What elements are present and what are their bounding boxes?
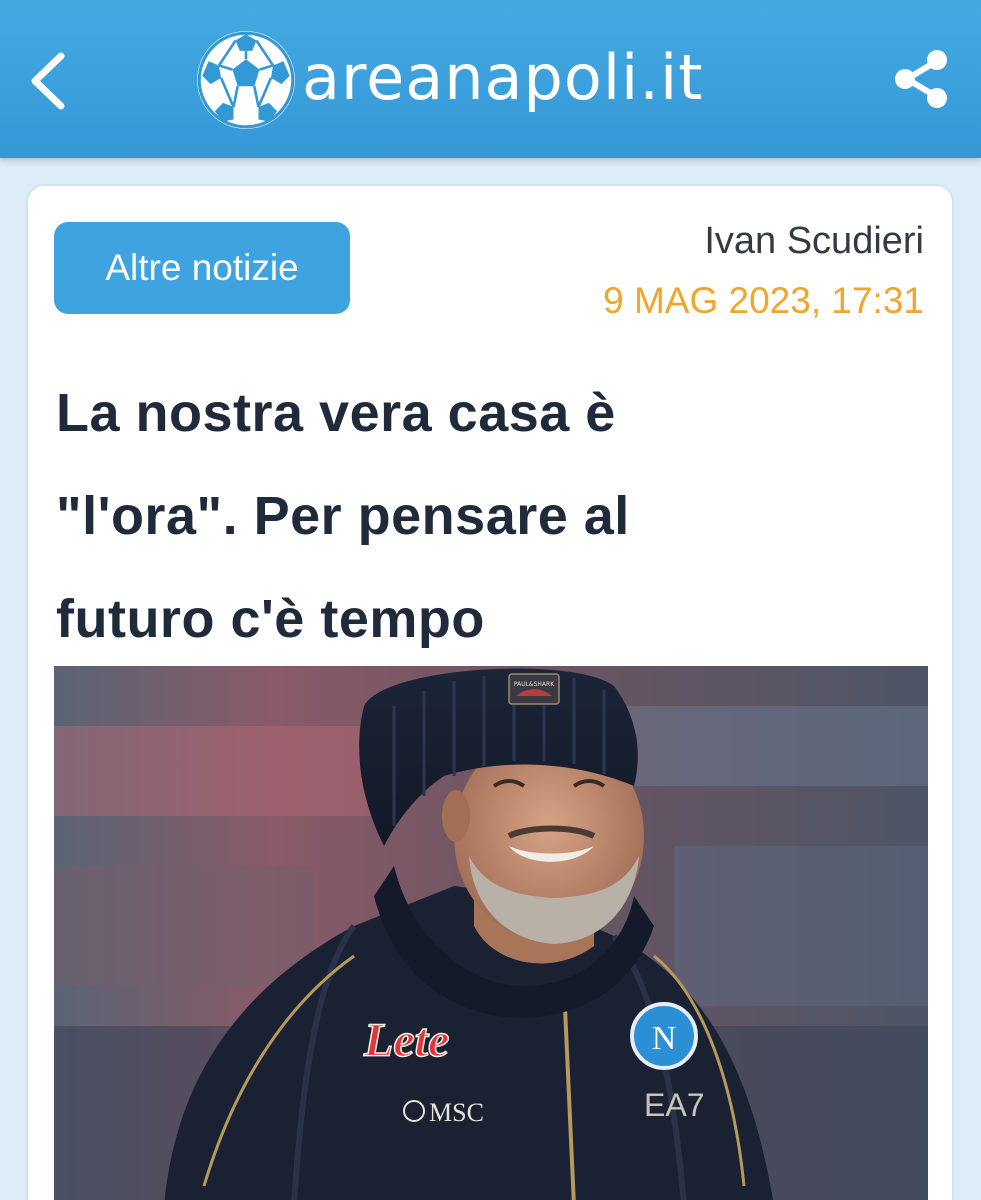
share-button[interactable] xyxy=(889,44,955,114)
jacket-sponsor-text: Lete xyxy=(363,1014,449,1067)
article-headline: La nostra vera casa è "l'ora". Per pensa… xyxy=(56,362,916,671)
hat-badge-text: PAUL&SHARK xyxy=(514,681,555,688)
top-app-bar: areanapoli.it xyxy=(0,0,981,158)
app-screen: areanapoli.it Altre notizie Ivan Scudier… xyxy=(0,0,981,1200)
back-button[interactable] xyxy=(22,48,72,114)
jacket-brand-text: EA7 xyxy=(644,1087,704,1123)
chevron-left-icon xyxy=(31,52,65,110)
crest-letter: N xyxy=(652,1020,677,1057)
article-photo[interactable]: PAUL&SHARK Lete MSC N EA7 xyxy=(54,666,928,1200)
site-name: areanapoli.it xyxy=(302,40,704,114)
headline-line: "l'ora". Per pensare al xyxy=(56,486,630,546)
headline-line: futuro c'è tempo xyxy=(56,589,485,649)
site-logo[interactable]: areanapoli.it xyxy=(194,26,704,134)
article-card: Altre notizie Ivan Scudieri 9 MAG 2023, … xyxy=(26,184,954,1200)
article-date: 9 MAG 2023, 17:31 xyxy=(603,280,924,321)
jacket-sponsor-secondary-text: MSC xyxy=(429,1098,484,1127)
other-news-button[interactable]: Altre notizie xyxy=(54,222,350,314)
coach-photo-illustration: PAUL&SHARK Lete MSC N EA7 xyxy=(54,666,928,1200)
headline-line: La nostra vera casa è xyxy=(56,383,616,443)
soccer-ball-icon xyxy=(197,31,295,129)
article-author: Ivan Scudieri xyxy=(704,220,924,262)
share-icon xyxy=(895,50,947,108)
